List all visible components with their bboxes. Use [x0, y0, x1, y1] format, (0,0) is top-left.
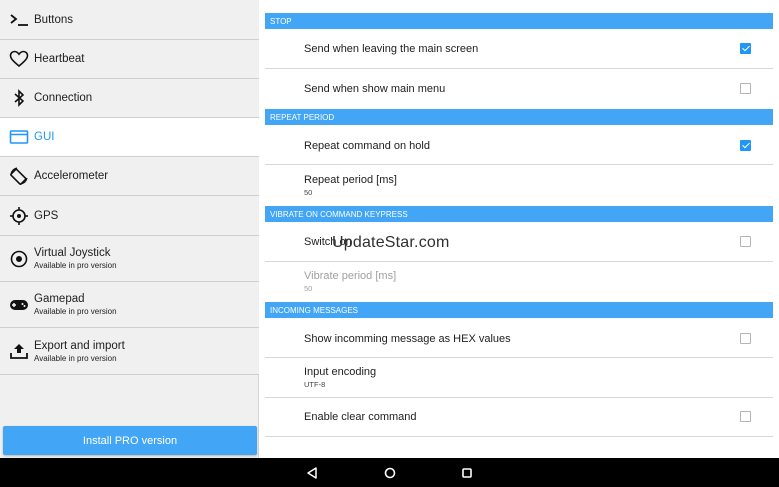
- checkbox-vibrate-switch-on[interactable]: [740, 236, 751, 247]
- section-header-repeat-period: REPEAT PERIOD: [265, 109, 773, 125]
- pref-title: Switch on: [304, 236, 352, 248]
- sidebar-item-heartbeat[interactable]: Heartbeat: [0, 40, 259, 79]
- sidebar-item-gps[interactable]: GPS: [0, 196, 259, 236]
- pref-value: UTF-8: [304, 380, 326, 389]
- pref-vibrate-period: Vibrate period [ms] 50: [265, 262, 773, 302]
- sidebar-item-connection[interactable]: Connection: [0, 79, 259, 118]
- sidebar-item-label: GUI: [34, 131, 55, 143]
- pref-send-show-main-menu[interactable]: Send when show main menu: [265, 69, 773, 110]
- bluetooth-icon: [9, 88, 29, 108]
- screen-rotation-icon: [9, 166, 29, 186]
- pref-title: Input encoding: [304, 366, 377, 378]
- pref-title: Vibrate period [ms]: [304, 270, 397, 282]
- install-pro-button[interactable]: Install PRO version: [3, 426, 257, 455]
- sidebar-item-label: Virtual Joystick: [34, 247, 111, 259]
- checkbox-enable-clear[interactable]: [740, 411, 751, 422]
- sidebar-item-sublabel: Available in pro version: [34, 307, 117, 316]
- checkbox-send-leaving[interactable]: [740, 43, 751, 54]
- sidebar-item-virtual-joystick[interactable]: Virtual Joystick Available in pro versio…: [0, 236, 259, 282]
- gps-crosshair-icon: [9, 206, 29, 226]
- checkbox-send-show-menu[interactable]: [740, 83, 751, 94]
- navigation-bar: [0, 458, 779, 487]
- sidebar-item-label: Heartbeat: [34, 53, 85, 65]
- sidebar-item-label: Accelerometer: [34, 170, 109, 182]
- section-header-stop: STOP: [265, 13, 773, 29]
- sidebar-item-label: Buttons: [34, 13, 73, 26]
- sidebar: Buttons Heartbeat Connection GUI Acceler…: [0, 0, 259, 458]
- settings-pane: STOP Send when leaving the main screen S…: [265, 0, 779, 458]
- home-icon[interactable]: [381, 464, 399, 482]
- heart-icon: [9, 49, 29, 69]
- pref-title: Send when show main menu: [304, 83, 446, 95]
- pref-value: 50: [304, 188, 313, 197]
- recents-icon[interactable]: [458, 464, 476, 482]
- pref-title: Repeat command on hold: [304, 140, 430, 152]
- sidebar-item-sublabel: Available in pro version: [34, 353, 117, 363]
- pref-repeat-on-hold[interactable]: Repeat command on hold: [265, 125, 773, 165]
- back-icon[interactable]: [303, 464, 321, 482]
- terminal-icon: [9, 10, 29, 30]
- upload-icon: [9, 341, 29, 361]
- sidebar-item-label: GPS: [34, 209, 59, 222]
- gamepad-icon: [9, 295, 29, 315]
- pref-enable-clear-command[interactable]: Enable clear command: [265, 398, 773, 437]
- sidebar-item-buttons[interactable]: Buttons: [0, 0, 259, 40]
- pref-title: Repeat period [ms]: [304, 174, 397, 186]
- section-header-incoming-messages: INCOMING MESSAGES: [265, 302, 773, 318]
- sidebar-item-accelerometer[interactable]: Accelerometer: [0, 157, 259, 196]
- section-header-vibrate: VIBRATE ON COMMAND KEYPRESS: [265, 206, 773, 222]
- checkbox-repeat-on-hold[interactable]: [740, 140, 751, 151]
- sidebar-item-label: Gamepad: [34, 293, 85, 305]
- joystick-icon: [9, 249, 29, 269]
- pref-send-leaving-main-screen[interactable]: Send when leaving the main screen: [265, 29, 773, 69]
- sidebar-item-gamepad[interactable]: Gamepad Available in pro version: [0, 282, 259, 328]
- sidebar-item-gui[interactable]: GUI: [0, 118, 259, 157]
- pref-input-encoding[interactable]: Input encoding UTF-8: [265, 358, 773, 398]
- pref-title: Show incomming message as HEX values: [304, 333, 511, 345]
- sidebar-item-export-import[interactable]: Export and import Available in pro versi…: [0, 328, 259, 375]
- pref-vibrate-switch-on[interactable]: Switch on: [265, 222, 773, 262]
- pref-title: Send when leaving the main screen: [304, 43, 479, 55]
- sidebar-item-label: Connection: [34, 92, 93, 104]
- pref-show-hex[interactable]: Show incomming message as HEX values: [265, 318, 773, 358]
- checkbox-show-hex[interactable]: [740, 333, 751, 344]
- pref-title: Enable clear command: [304, 411, 417, 423]
- sidebar-item-sublabel: Available in pro version: [34, 261, 117, 270]
- sidebar-item-label: Export and import: [34, 339, 125, 352]
- screen-icon: [9, 127, 29, 147]
- pref-value: 50: [304, 284, 313, 293]
- pref-repeat-period[interactable]: Repeat period [ms] 50: [265, 165, 773, 206]
